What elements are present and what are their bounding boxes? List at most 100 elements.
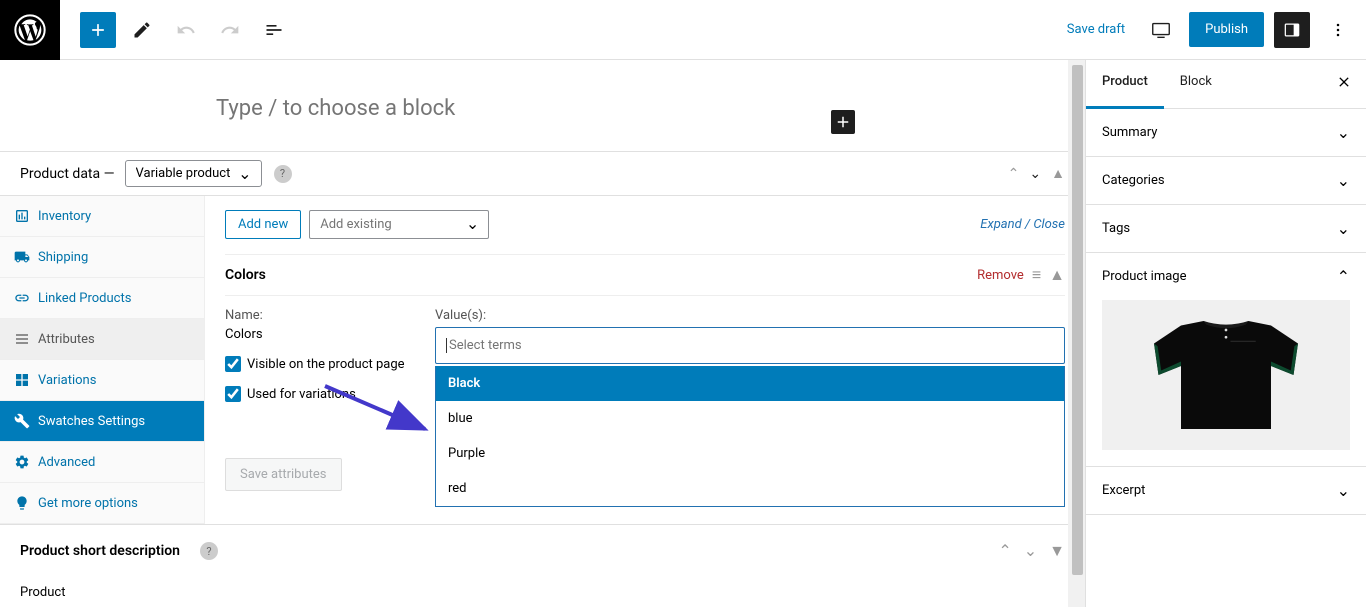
undo-button[interactable] <box>168 12 204 48</box>
toolbar-right: Save draft Publish <box>1059 12 1366 48</box>
drag-handle-icon[interactable]: ≡ <box>1032 265 1041 285</box>
wrench-icon <box>14 413 30 429</box>
help-icon[interactable]: ? <box>274 165 292 183</box>
panel-down-icon[interactable]: ⌄ <box>1024 541 1037 561</box>
toolbar-left <box>60 12 292 48</box>
editor-column: Type / to choose a block Product data — … <box>0 60 1085 607</box>
attribute-name-value: Colors <box>225 327 415 342</box>
editor-scrollbar[interactable] <box>1068 60 1085 607</box>
save-attributes-button[interactable]: Save attributes <box>225 458 342 491</box>
values-label: Value(s): <box>435 308 1065 323</box>
product-data-bar: Product data — Variable product ? ⌃ ⌄ ▲ <box>0 151 1085 196</box>
add-new-attribute-button[interactable]: Add new <box>225 210 301 239</box>
plus-icon <box>88 20 108 40</box>
sidebar-tab-block[interactable]: Block <box>1164 60 1228 108</box>
tab-variations[interactable]: Variations <box>0 360 204 401</box>
list-icon <box>264 20 284 40</box>
pencil-icon <box>132 20 152 40</box>
top-toolbar: Save draft Publish <box>0 0 1366 60</box>
grid-icon <box>14 372 30 388</box>
add-block-button[interactable] <box>80 12 116 48</box>
kebab-icon <box>1328 20 1348 40</box>
panel-categories-header[interactable]: Categories⌄ <box>1086 157 1366 204</box>
values-select-input[interactable]: Select terms <box>435 327 1065 364</box>
panel-summary-header[interactable]: Summary⌄ <box>1086 109 1366 156</box>
visible-checkbox-label[interactable]: Visible on the product page <box>225 356 415 372</box>
dropdown-option-purple[interactable]: Purple <box>436 436 1064 471</box>
panel-excerpt: Excerpt⌄ <box>1086 467 1366 515</box>
name-label: Name: <box>225 308 415 323</box>
dropdown-option-black[interactable]: Black <box>436 366 1064 401</box>
sidebar-tab-product[interactable]: Product <box>1086 60 1164 109</box>
panel-up-icon[interactable]: ⌃ <box>1008 166 1020 182</box>
product-data-panel: Inventory Shipping Linked Products Attri… <box>0 196 1085 524</box>
tab-advanced[interactable]: Advanced <box>0 442 204 483</box>
product-image-thumbnail[interactable] <box>1102 300 1350 450</box>
sidebar-tabs: Product Block <box>1086 60 1366 109</box>
attribute-header: Colors Remove ≡ ▲ <box>225 254 1065 295</box>
variations-checkbox-label[interactable]: Used for variations <box>225 386 415 402</box>
truck-icon <box>14 249 30 265</box>
tab-shipping[interactable]: Shipping <box>0 237 204 278</box>
sidebar-close-button[interactable] <box>1322 60 1366 108</box>
expand-close-link[interactable]: Expand / Close <box>980 217 1065 232</box>
desktop-icon <box>1150 19 1172 41</box>
values-dropdown: Black blue Purple red <box>435 366 1065 507</box>
product-type-select[interactable]: Variable product <box>125 160 262 187</box>
panel-excerpt-header[interactable]: Excerpt⌄ <box>1086 467 1366 514</box>
editor-content: Type / to choose a block Product data — … <box>0 60 1085 607</box>
attribute-controls: Add new Add existing Expand / Close <box>225 210 1065 239</box>
tab-linked-products[interactable]: Linked Products <box>0 278 204 319</box>
product-tab-content: Add new Add existing Expand / Close Colo… <box>205 196 1085 524</box>
chevron-up-icon: ⌃ <box>1337 267 1350 286</box>
edit-mode-button[interactable] <box>124 12 160 48</box>
collapse-attribute-icon[interactable]: ▲ <box>1049 265 1065 285</box>
preview-button[interactable] <box>1143 12 1179 48</box>
add-existing-select[interactable]: Add existing <box>309 210 489 239</box>
panel-collapse-icon[interactable]: ▲ <box>1051 165 1065 182</box>
panel-controls: ⌃ ⌄ ▲ <box>1008 165 1065 182</box>
panel-up-icon[interactable]: ⌃ <box>998 541 1011 561</box>
panel-categories: Categories⌄ <box>1086 157 1366 205</box>
chevron-down-icon: ⌄ <box>1337 481 1350 500</box>
add-block-inline-button[interactable] <box>831 110 855 134</box>
panel-product-image-header[interactable]: Product image⌃ <box>1086 253 1366 300</box>
panel-down-icon[interactable]: ⌄ <box>1029 166 1041 182</box>
sidebar-icon <box>1282 20 1302 40</box>
product-image-box[interactable] <box>1086 300 1366 466</box>
tab-inventory[interactable]: Inventory <box>0 196 204 237</box>
publish-button[interactable]: Publish <box>1189 12 1264 47</box>
help-icon[interactable]: ? <box>200 542 218 560</box>
variations-checkbox[interactable] <box>225 386 241 402</box>
dropdown-option-red[interactable]: red <box>436 471 1064 506</box>
attribute-title: Colors <box>225 267 266 283</box>
link-icon <box>14 290 30 306</box>
panel-collapse-icon[interactable]: ▼ <box>1049 541 1065 561</box>
product-footer-label: Product <box>0 577 1085 607</box>
attribute-body: Name: Colors Visible on the product page… <box>225 295 1065 428</box>
tab-get-more-options[interactable]: Get more options <box>0 483 204 524</box>
undo-icon <box>176 20 196 40</box>
remove-attribute-link[interactable]: Remove <box>977 268 1024 283</box>
dropdown-option-blue[interactable]: blue <box>436 401 1064 436</box>
settings-sidebar: Product Block Summary⌄ Categories⌄ Tags⌄… <box>1085 60 1366 607</box>
main-area: Type / to choose a block Product data — … <box>0 60 1366 607</box>
tab-attributes[interactable]: Attributes <box>0 319 204 360</box>
wordpress-logo[interactable] <box>0 0 60 60</box>
chevron-down-icon: ⌄ <box>1337 219 1350 238</box>
block-placeholder[interactable]: Type / to choose a block <box>0 60 1085 151</box>
panel-tags-header[interactable]: Tags⌄ <box>1086 205 1366 252</box>
tshirt-graphic <box>1136 310 1316 440</box>
more-options-button[interactable] <box>1320 12 1356 48</box>
inventory-icon <box>14 208 30 224</box>
chevron-down-icon: ⌄ <box>1337 123 1350 142</box>
document-outline-button[interactable] <box>256 12 292 48</box>
tab-swatches-settings[interactable]: Swatches Settings <box>0 401 204 442</box>
visible-checkbox[interactable] <box>225 356 241 372</box>
settings-toggle-button[interactable] <box>1274 12 1310 48</box>
product-data-tabs: Inventory Shipping Linked Products Attri… <box>0 196 205 524</box>
save-draft-button[interactable]: Save draft <box>1059 14 1133 45</box>
redo-button[interactable] <box>212 12 248 48</box>
attribute-left-column: Name: Colors Visible on the product page… <box>225 308 415 416</box>
attribute-right-column: Value(s): Select terms Black blue Purple… <box>435 308 1065 416</box>
